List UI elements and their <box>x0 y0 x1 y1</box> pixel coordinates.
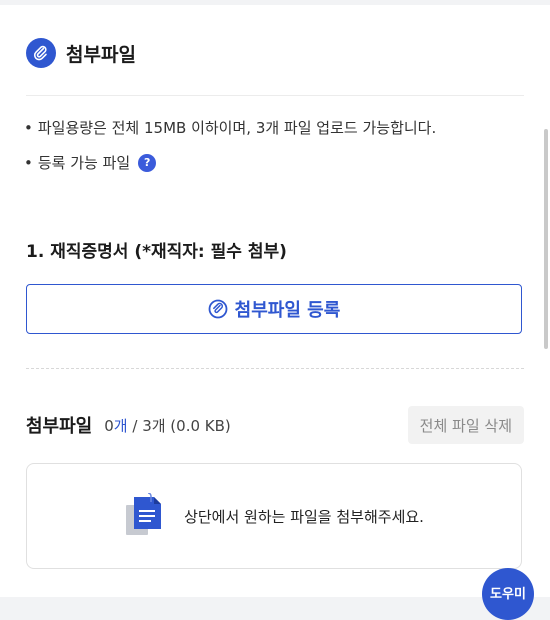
notice-allowed-files: • 등록 가능 파일 ? <box>24 152 157 173</box>
attachment-card: 첨부파일 • 파일용량은 전체 15MB 이하이며, 3개 파일 업로드 가능합… <box>0 5 550 597</box>
document-icon <box>126 493 162 535</box>
question-icon[interactable]: ? <box>138 153 157 172</box>
attached-files-count: 0개 / 3개 (0.0 KB) <box>104 416 231 435</box>
scrollbar[interactable] <box>544 129 548 349</box>
dashed-divider <box>26 368 524 369</box>
divider <box>26 95 524 96</box>
document-heading: 1. 재직증명서 (*재직자: 필수 첨부) <box>26 242 287 262</box>
notice-text: 등록 가능 파일 <box>37 154 131 172</box>
file-dropzone[interactable]: 상단에서 원하는 파일을 첨부해주세요. <box>26 463 522 569</box>
attached-files-header: 첨부파일 0개 / 3개 (0.0 KB) 전체 파일 삭제 <box>26 406 524 444</box>
paperclip-icon <box>26 38 56 68</box>
attached-files-title: 첨부파일 <box>26 416 93 437</box>
attach-file-button-label: 첨부파일 등록 <box>234 300 341 321</box>
notice-file-size: • 파일용량은 전체 15MB 이하이며, 3개 파일 업로드 가능합니다. <box>24 118 437 138</box>
paperclip-icon <box>208 299 228 319</box>
helper-fab-button[interactable]: 도우미 <box>482 568 534 620</box>
section-title: 첨부파일 <box>66 43 136 66</box>
dropzone-message: 상단에서 원하는 파일을 첨부해주세요. <box>184 507 424 526</box>
delete-all-files-button[interactable]: 전체 파일 삭제 <box>407 406 524 444</box>
notice-text: 파일용량은 전체 15MB 이하이며, 3개 파일 업로드 가능합니다. <box>37 119 437 137</box>
attach-file-button[interactable]: 첨부파일 등록 <box>26 284 522 334</box>
section-header: 첨부파일 <box>26 38 136 68</box>
